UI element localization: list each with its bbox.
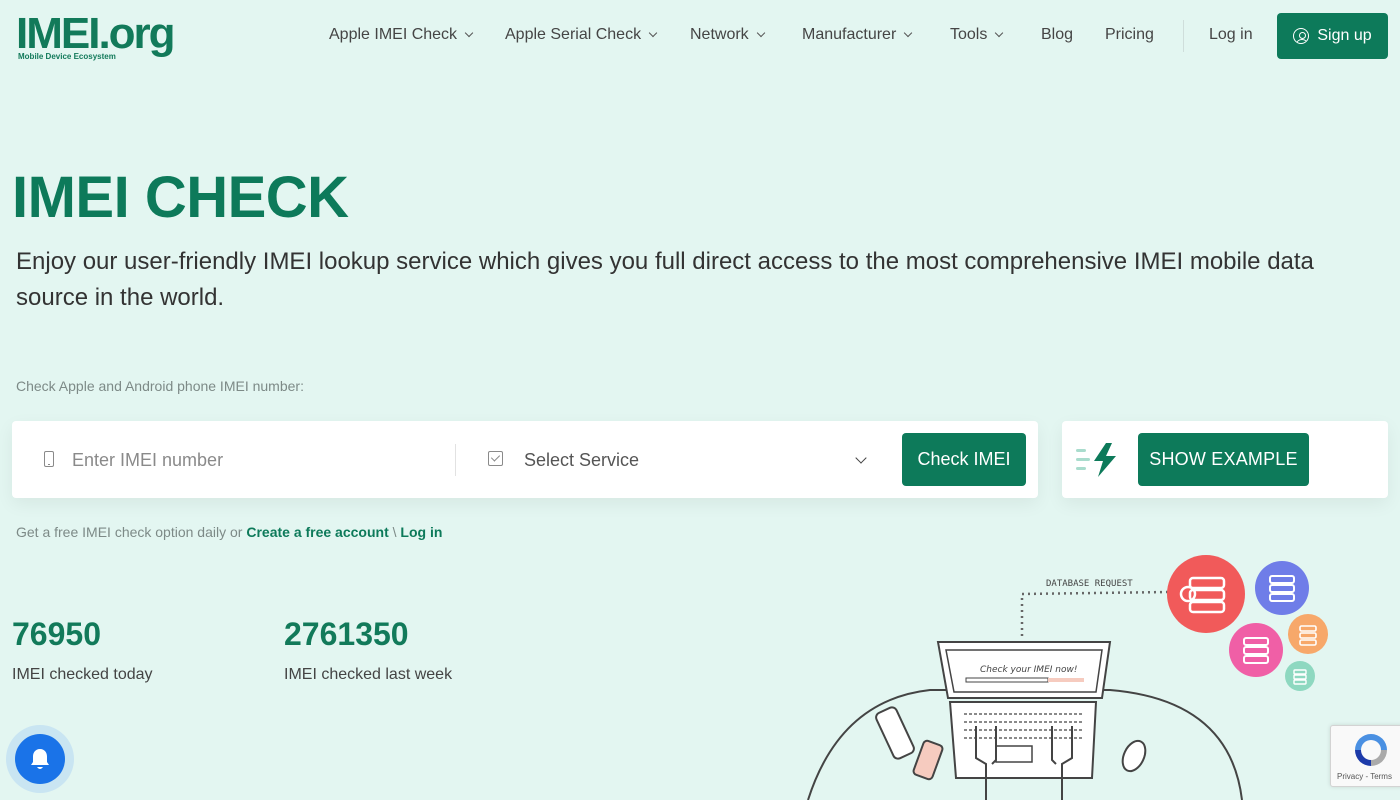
chevron-down-icon xyxy=(756,28,765,38)
login-link-secondary[interactable]: Log in xyxy=(400,524,442,540)
bell-icon xyxy=(31,749,49,769)
free-note-text: Get a free IMEI check option daily or xyxy=(16,524,247,540)
nav-tools[interactable]: Tools xyxy=(950,22,1004,48)
free-note-separator: \ xyxy=(388,524,401,540)
logo[interactable]: IMEI.org Mobile Device Ecosystem xyxy=(16,12,176,62)
logo-text: IMEI.org xyxy=(16,9,176,58)
nav-divider xyxy=(1183,20,1184,52)
nav-label: Pricing xyxy=(1105,26,1154,43)
nav-label: Apple IMEI Check xyxy=(329,26,458,43)
chevron-down-icon xyxy=(995,28,1004,38)
lightning-bolt-icon xyxy=(1076,443,1116,477)
recaptcha-icon xyxy=(1355,734,1387,766)
imei-check-form: Select Service Check IMEI xyxy=(12,421,1038,498)
service-select-value: Select Service xyxy=(524,449,640,470)
laptop-illustration: DATABASE REQUEST Check your IMEI now! xyxy=(807,555,1328,800)
recaptcha-badge[interactable]: Privacy - Terms xyxy=(1330,725,1400,787)
nav-blog[interactable]: Blog xyxy=(1041,22,1073,48)
nav-label: Apple Serial Check xyxy=(505,26,642,43)
hero-description: Enjoy our user-friendly IMEI lookup serv… xyxy=(16,248,1314,311)
bell-button[interactable] xyxy=(15,734,65,784)
nav-pricing[interactable]: Pricing xyxy=(1105,22,1154,48)
recaptcha-links[interactable]: Privacy - Terms xyxy=(1337,772,1392,781)
service-select[interactable]: Select Service xyxy=(524,441,884,479)
stat-week-label: IMEI checked last week xyxy=(284,666,453,683)
example-card: SHOW EXAMPLE xyxy=(1062,421,1388,498)
nav-network[interactable]: Network xyxy=(690,22,765,48)
stat-week-value: 2761350 xyxy=(284,616,409,652)
chevron-down-icon xyxy=(648,28,658,38)
login-link[interactable]: Log in xyxy=(1209,22,1253,48)
nav-apple-imei-check[interactable]: Apple IMEI Check xyxy=(329,22,474,48)
nav-manufacturer[interactable]: Manufacturer xyxy=(802,22,913,48)
user-circle-icon xyxy=(1293,28,1310,44)
logo-tagline: Mobile Device Ecosystem xyxy=(18,52,116,61)
nav-label: Tools xyxy=(950,26,988,43)
database-request-label: DATABASE REQUEST xyxy=(1046,579,1133,589)
free-check-note: Get a free IMEI check option daily or Cr… xyxy=(16,524,442,540)
notification-bell[interactable] xyxy=(6,725,74,793)
page-title: IMEI CHECK xyxy=(12,165,349,230)
stat-today-value: 76950 xyxy=(12,616,101,652)
show-example-button[interactable]: SHOW EXAMPLE xyxy=(1138,433,1309,486)
form-label: Check Apple and Android phone IMEI numbe… xyxy=(16,378,304,394)
checkbox-icon xyxy=(488,451,503,466)
create-account-link[interactable]: Create a free account xyxy=(246,524,388,540)
imei-input[interactable] xyxy=(72,441,442,479)
check-imei-button[interactable]: Check IMEI xyxy=(902,433,1026,486)
chevron-down-icon xyxy=(464,28,474,38)
nav-label: Manufacturer xyxy=(802,26,897,43)
nav-label: Network xyxy=(690,26,749,43)
chevron-down-icon xyxy=(904,28,913,38)
signup-button[interactable]: Sign up xyxy=(1277,13,1388,59)
form-divider xyxy=(455,444,456,476)
signup-label: Sign up xyxy=(1317,27,1372,44)
nav-apple-serial-check[interactable]: Apple Serial Check xyxy=(505,22,658,48)
stat-today-label: IMEI checked today xyxy=(12,666,153,683)
header: IMEI.org Mobile Device Ecosystem Apple I… xyxy=(0,0,1400,72)
phone-icon xyxy=(44,451,54,467)
screen-text: Check your IMEI now! xyxy=(980,665,1077,675)
nav-label: Blog xyxy=(1041,26,1074,43)
